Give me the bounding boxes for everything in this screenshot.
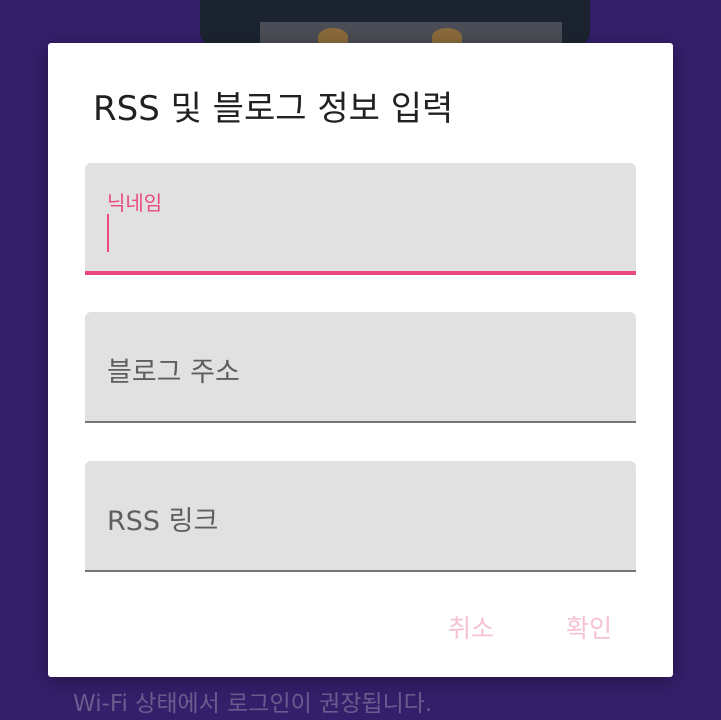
- text-cursor: [107, 214, 109, 252]
- rss-link-field[interactable]: RSS 링크: [85, 461, 636, 572]
- blog-address-field[interactable]: 블로그 주소: [85, 312, 636, 423]
- rss-link-placeholder: RSS 링크: [107, 506, 219, 537]
- nickname-label: 닉네임: [107, 191, 163, 215]
- login-hint-text: Wi-Fi 상태에서 로그인이 권장됩니다.: [73, 691, 433, 717]
- cancel-button[interactable]: 취소: [448, 609, 494, 645]
- blog-address-placeholder: 블로그 주소: [107, 357, 240, 388]
- rss-blog-info-dialog: RSS 및 블로그 정보 입력 닉네임 블로그 주소 RSS 링크 취소 확인: [48, 43, 673, 677]
- confirm-button[interactable]: 확인: [566, 609, 612, 645]
- dialog-title: RSS 및 블로그 정보 입력: [93, 89, 454, 129]
- nickname-field[interactable]: 닉네임: [85, 163, 636, 275]
